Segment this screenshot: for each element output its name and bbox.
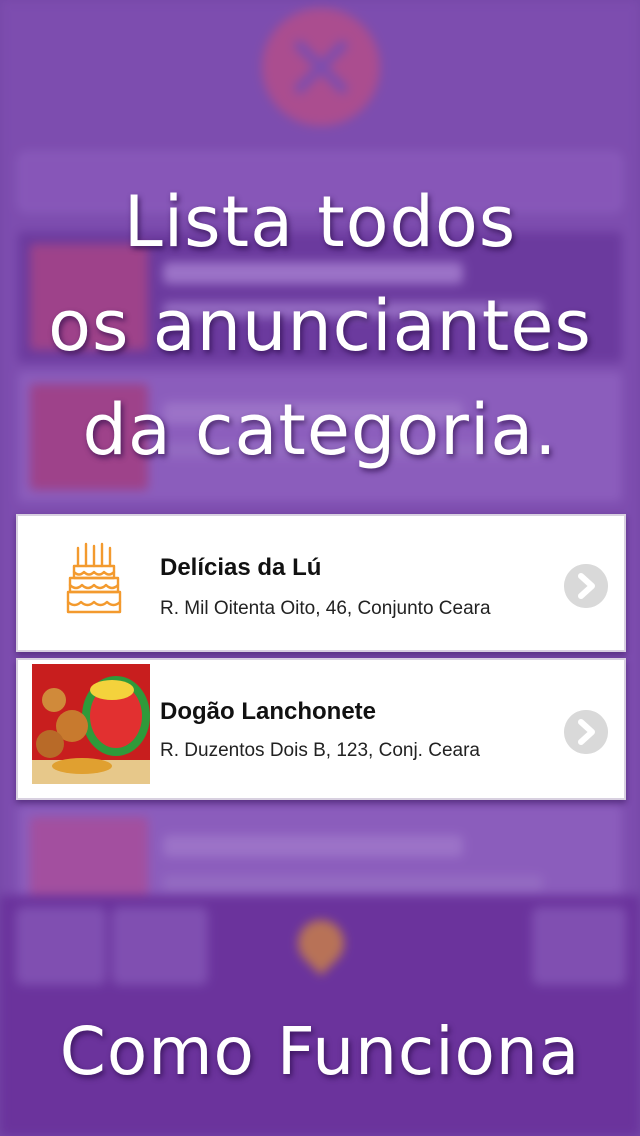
headline-line-1: Lista todos <box>123 181 517 263</box>
cake-icon <box>66 542 122 614</box>
chevron-right-icon[interactable] <box>564 710 608 754</box>
listing-card-dogao[interactable]: Dogão Lanchonete R. Duzentos Dois B, 123… <box>16 658 626 800</box>
footer-title: Como Funciona <box>59 1013 581 1090</box>
headline-line-3: da categoria. <box>82 389 558 471</box>
listing-name: Dogão Lanchonete <box>160 698 377 725</box>
restaurant-photo <box>32 664 150 784</box>
listing-card-delicias[interactable]: Delícias da Lú R. Mil Oitenta Oito, 46, … <box>16 514 626 652</box>
listing-name: Delícias da Lú <box>160 554 322 581</box>
chevron-right-icon[interactable] <box>564 564 608 608</box>
listing-address: R. Mil Oitenta Oito, 46, Conjunto Ceara <box>160 598 491 619</box>
headline: Lista todos os anunciantes da categoria. <box>0 170 640 482</box>
headline-line-2: os anunciantes <box>48 285 592 367</box>
listing-address: R. Duzentos Dois B, 123, Conj. Ceara <box>160 740 480 761</box>
